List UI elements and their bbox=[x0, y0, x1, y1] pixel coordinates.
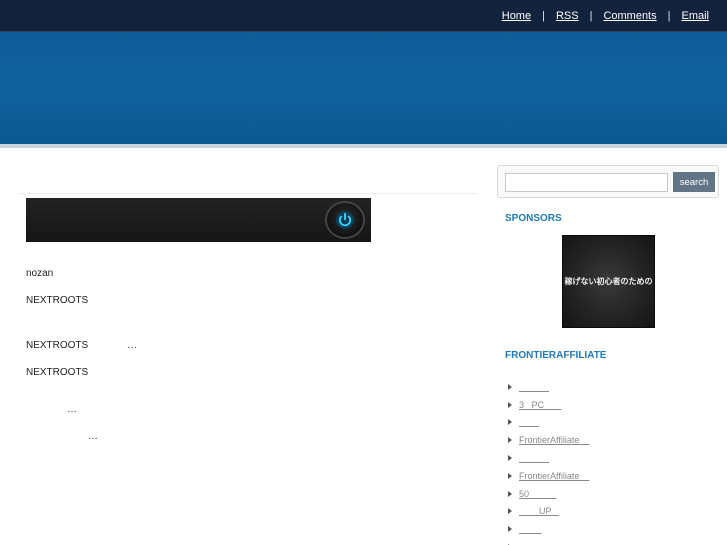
nav-link-home[interactable]: Home bbox=[502, 10, 531, 22]
sidebar-link[interactable] bbox=[519, 382, 549, 392]
nav-link-comments[interactable]: Comments bbox=[603, 10, 656, 22]
top-bar: Home | RSS | Comments | Email bbox=[0, 0, 727, 32]
frontier-affiliate-list: 3 PC FrontierAffiliate FrontierAffiliate… bbox=[508, 378, 589, 545]
list-item bbox=[508, 538, 589, 545]
post-author: nozan bbox=[26, 268, 54, 279]
search-button[interactable]: search bbox=[673, 172, 715, 192]
bullet-arrow-icon bbox=[508, 508, 512, 515]
post-text-line: … bbox=[67, 404, 77, 415]
list-item bbox=[508, 378, 589, 396]
bullet-arrow-icon bbox=[508, 401, 512, 408]
list-item: UP bbox=[508, 503, 589, 521]
sponsor-banner-text: 稼げない初心者のための bbox=[564, 277, 653, 286]
nav-separator: | bbox=[589, 10, 593, 22]
bullet-arrow-icon bbox=[508, 455, 512, 462]
sidebar-link[interactable]: UP bbox=[519, 506, 559, 516]
sponsors-heading: SPONSORS bbox=[505, 213, 562, 224]
nav-separator: | bbox=[667, 10, 671, 22]
sidebar-link[interactable] bbox=[519, 417, 539, 427]
frontier-affiliate-heading: FRONTIERAFFILIATE bbox=[505, 350, 607, 361]
nav-link-email[interactable]: Email bbox=[681, 10, 709, 22]
sidebar-link[interactable] bbox=[519, 524, 542, 534]
sidebar-link[interactable]: FrontierAffiliate bbox=[519, 435, 589, 445]
sidebar-link[interactable]: 50 bbox=[519, 489, 557, 499]
list-item: FrontierAffiliate bbox=[508, 431, 589, 449]
list-item bbox=[508, 520, 589, 538]
post-text-line: NEXTROOTS bbox=[26, 295, 89, 306]
post-text-line: NEXTROOTS … bbox=[26, 340, 138, 351]
header-banner bbox=[0, 32, 727, 144]
list-item: 50 bbox=[508, 485, 589, 503]
content-divider bbox=[18, 193, 478, 194]
promo-banner[interactable] bbox=[26, 198, 371, 242]
list-item: FrontierAffiliate bbox=[508, 467, 589, 485]
bullet-arrow-icon bbox=[508, 419, 512, 426]
list-item bbox=[508, 414, 589, 432]
banner-divider bbox=[0, 144, 727, 148]
sidebar-link[interactable]: 3 PC bbox=[519, 400, 562, 410]
list-item: 3 PC bbox=[508, 396, 589, 414]
bullet-arrow-icon bbox=[508, 383, 512, 390]
top-nav: Home | RSS | Comments | Email bbox=[502, 10, 709, 22]
search-input[interactable] bbox=[505, 173, 668, 192]
nav-separator: | bbox=[542, 10, 545, 22]
bullet-arrow-icon bbox=[508, 472, 512, 479]
search-widget: search bbox=[497, 165, 719, 198]
sidebar-link[interactable]: FrontierAffiliate bbox=[519, 471, 589, 481]
post-text-line: NEXTROOTS bbox=[26, 367, 89, 378]
sidebar-link[interactable] bbox=[519, 453, 549, 463]
list-item bbox=[508, 449, 589, 467]
power-icon bbox=[325, 201, 365, 239]
bullet-arrow-icon bbox=[508, 490, 512, 497]
sponsor-banner[interactable]: 稼げない初心者のための bbox=[562, 235, 655, 328]
nav-link-rss[interactable]: RSS bbox=[556, 10, 579, 22]
bullet-arrow-icon bbox=[508, 437, 512, 444]
post-text-line: … bbox=[88, 431, 98, 442]
bullet-arrow-icon bbox=[508, 526, 512, 533]
